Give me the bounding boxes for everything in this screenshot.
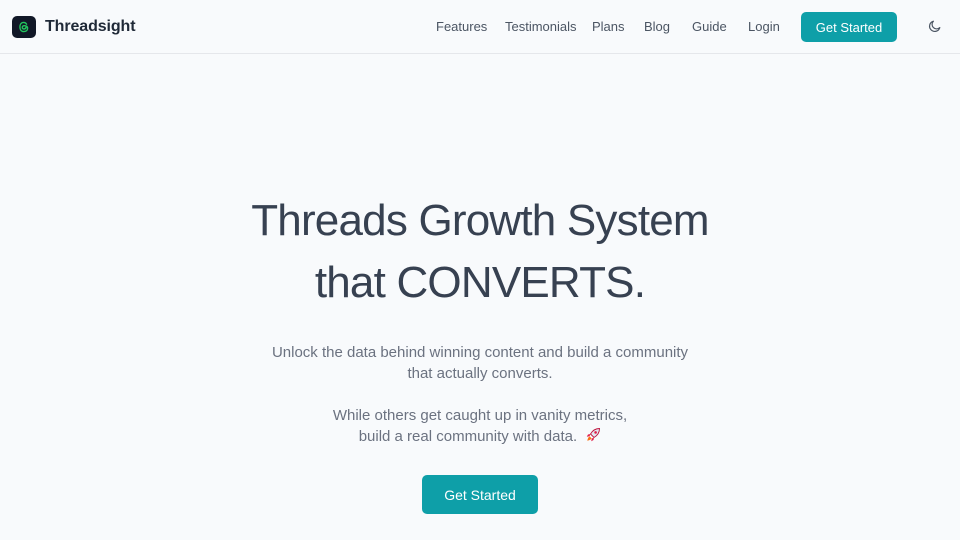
hero-tagline-line-1: While others get caught up in vanity met… <box>332 407 628 424</box>
navbar: Threadsight Features Testimonials Plans … <box>0 0 960 54</box>
hero-tagline: While others get caught up in vanity met… <box>0 405 960 449</box>
hero-subtitle: Unlock the data behind winning content a… <box>0 342 960 384</box>
hero-subtitle-line-2: that actually converts. <box>407 365 553 382</box>
hero-tagline-line-2-wrap: build a real community with data. <box>0 426 960 449</box>
hero-subtitle-line-1: Unlock the data behind winning content a… <box>271 344 689 361</box>
hero-title-line-2: that CONVERTS. <box>314 258 646 307</box>
get-started-nav-button[interactable]: Get Started <box>801 12 897 42</box>
get-started-hero-button[interactable]: Get Started <box>422 475 538 514</box>
rocket-icon <box>585 428 601 447</box>
hero-title-line-1: Threads Growth System <box>251 196 709 245</box>
moon-icon <box>928 19 942 36</box>
nav-link-plans[interactable]: Plans <box>592 19 625 34</box>
hero-title: Threads Growth System that CONVERTS. <box>0 190 960 314</box>
theme-toggle-button[interactable] <box>925 17 945 37</box>
nav-link-features[interactable]: Features <box>436 19 487 34</box>
hero-section: Threads Growth System that CONVERTS. Unl… <box>0 54 960 540</box>
nav-link-guide[interactable]: Guide <box>692 19 727 34</box>
nav-link-testimonials[interactable]: Testimonials <box>505 19 577 34</box>
nav-link-blog[interactable]: Blog <box>644 19 670 34</box>
hero-tagline-line-2: build a real community with data. <box>358 428 578 445</box>
nav-link-login[interactable]: Login <box>748 19 780 34</box>
